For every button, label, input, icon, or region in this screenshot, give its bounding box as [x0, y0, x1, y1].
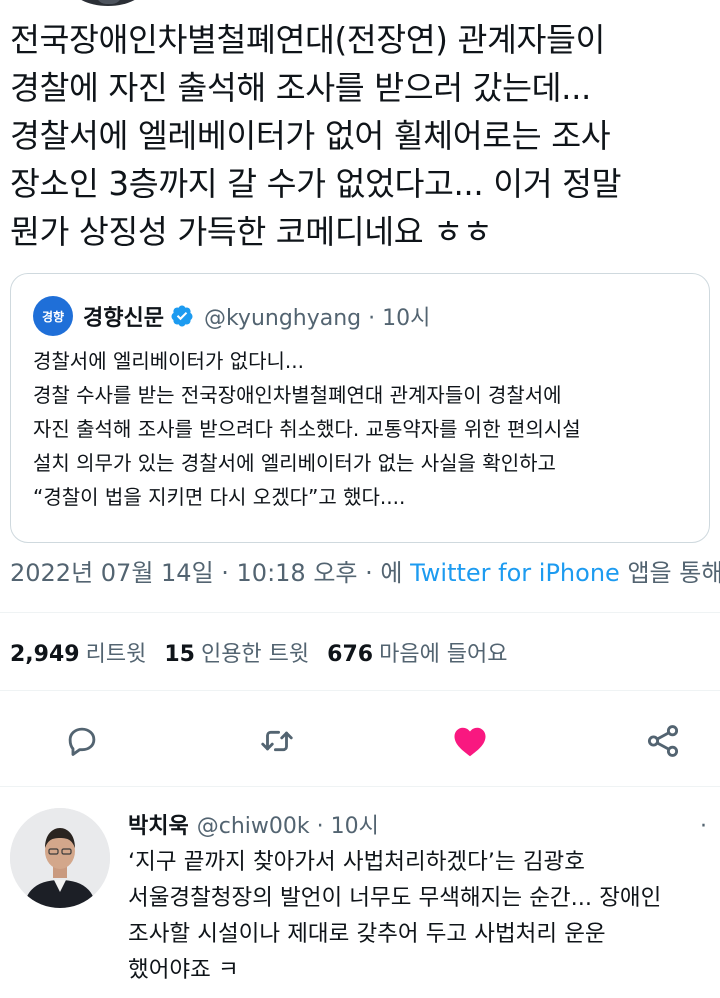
- quoted-tweet-header: 경향 경향신문 @kyunghyang · 10시: [33, 296, 430, 336]
- likes-stat[interactable]: 676 마음에 들어요: [327, 636, 507, 668]
- share-icon: [647, 725, 679, 757]
- quoted-line: 자진 출석해 조사를 받으려다 취소했다. 교통약자를 위한 편의시설: [33, 417, 581, 441]
- reply-header: 박치욱 @chiw00k · 10시: [128, 808, 379, 840]
- tweet-stats: 2,949 리트윗 15 인용한 트윗 676 마음에 들어요: [10, 636, 508, 668]
- reply-text: ‘지구 끝까지 찾아가서 사법처리하겠다’는 김광호 서울경찰청장의 발언이 너…: [128, 844, 718, 988]
- tweet-line: 경찰에 자진 출석해 조사를 받으러 갔는데...: [10, 69, 591, 107]
- retweets-count: 2,949: [10, 642, 80, 667]
- reply-line: 조사할 시설이나 제대로 갖추어 두고 사법처리 운운: [128, 921, 606, 947]
- quotes-count: 15: [164, 642, 195, 667]
- reply-line: ‘지구 끝까지 찾아가서 사법처리하겠다’는 김광호: [128, 849, 585, 875]
- quotes-stat[interactable]: 15 인용한 트윗: [164, 636, 309, 668]
- divider: [0, 612, 720, 613]
- quoted-avatar[interactable]: 경향: [33, 296, 73, 336]
- divider: [0, 786, 720, 787]
- tweet-line: 전국장애인차별철폐연대(전장연) 관계자들이: [10, 21, 605, 59]
- retweet-icon: [261, 730, 293, 752]
- likes-count: 676: [327, 642, 374, 667]
- more-options-icon[interactable]: ·: [700, 814, 707, 839]
- quoted-line: 설치 의무가 있는 경찰서에 엘리베이터가 없는 사실을 확인하고: [33, 451, 556, 475]
- quoted-handle-time[interactable]: @kyunghyang · 10시: [204, 300, 430, 332]
- quoted-tweet-card[interactable]: 경향 경향신문 @kyunghyang · 10시 경찰서에 엘리베이터가 없다…: [10, 273, 710, 543]
- tweet-timestamp[interactable]: 2022년 07월 14일 · 10:18 오후 · 에: [10, 559, 410, 587]
- retweet-button[interactable]: [252, 716, 302, 766]
- reply-button[interactable]: [57, 716, 107, 766]
- quoted-line: “경찰이 법을 지키면 다시 오겠다”고 했다....: [33, 485, 406, 509]
- client-link[interactable]: Twitter for iPhone: [410, 559, 620, 587]
- reply-avatar[interactable]: [10, 808, 110, 908]
- tweet-line: 뭔가 상징성 가득한 코메디네요 ㅎㅎ: [10, 213, 493, 251]
- tweet-text: 전국장애인차별철폐연대(전장연) 관계자들이 경찰에 자진 출석해 조사를 받으…: [10, 16, 714, 256]
- reply-line: 했어야죠 ㅋ: [128, 957, 239, 983]
- person-photo-icon: [10, 808, 110, 908]
- tweet-line: 장소인 3층까지 갈 수가 없었다고... 이거 정말: [10, 165, 622, 203]
- reply-author-name[interactable]: 박치욱: [128, 808, 189, 840]
- reply-icon: [68, 727, 96, 756]
- previous-avatar[interactable]: [70, 0, 146, 6]
- retweets-label: 리트윗: [85, 642, 147, 667]
- reply-handle-time[interactable]: @chiw00k · 10시: [197, 808, 379, 840]
- like-button[interactable]: [445, 716, 495, 766]
- quoted-author-name[interactable]: 경향신문: [83, 300, 164, 332]
- quoted-line: 경찰 수사를 받는 전국장애인차별철폐연대 관계자들이 경찰서에: [33, 383, 562, 407]
- verified-badge-icon: [171, 305, 193, 327]
- action-bar: [0, 716, 720, 766]
- quoted-line: 경찰서에 엘리베이터가 없다니...: [33, 349, 304, 373]
- quoted-tweet-text: 경찰서에 엘리베이터가 없다니... 경찰 수사를 받는 전국장애인차별철폐연대…: [33, 344, 703, 514]
- reply-line: 서울경찰청장의 발언이 너무도 무색해지는 순간... 장애인: [128, 885, 662, 911]
- divider: [0, 690, 720, 691]
- quotes-label: 인용한 트윗: [200, 642, 310, 667]
- likes-label: 마음에 들어요: [379, 642, 508, 667]
- client-suffix: 앱을 통해: [619, 559, 720, 587]
- tweet-line: 경찰서에 엘레베이터가 없어 휠체어로는 조사: [10, 117, 611, 155]
- retweets-stat[interactable]: 2,949 리트윗: [10, 636, 146, 668]
- share-button[interactable]: [638, 716, 688, 766]
- tweet-meta: 2022년 07월 14일 · 10:18 오후 · 에 Twitter for…: [10, 553, 720, 588]
- heart-icon: [454, 727, 486, 757]
